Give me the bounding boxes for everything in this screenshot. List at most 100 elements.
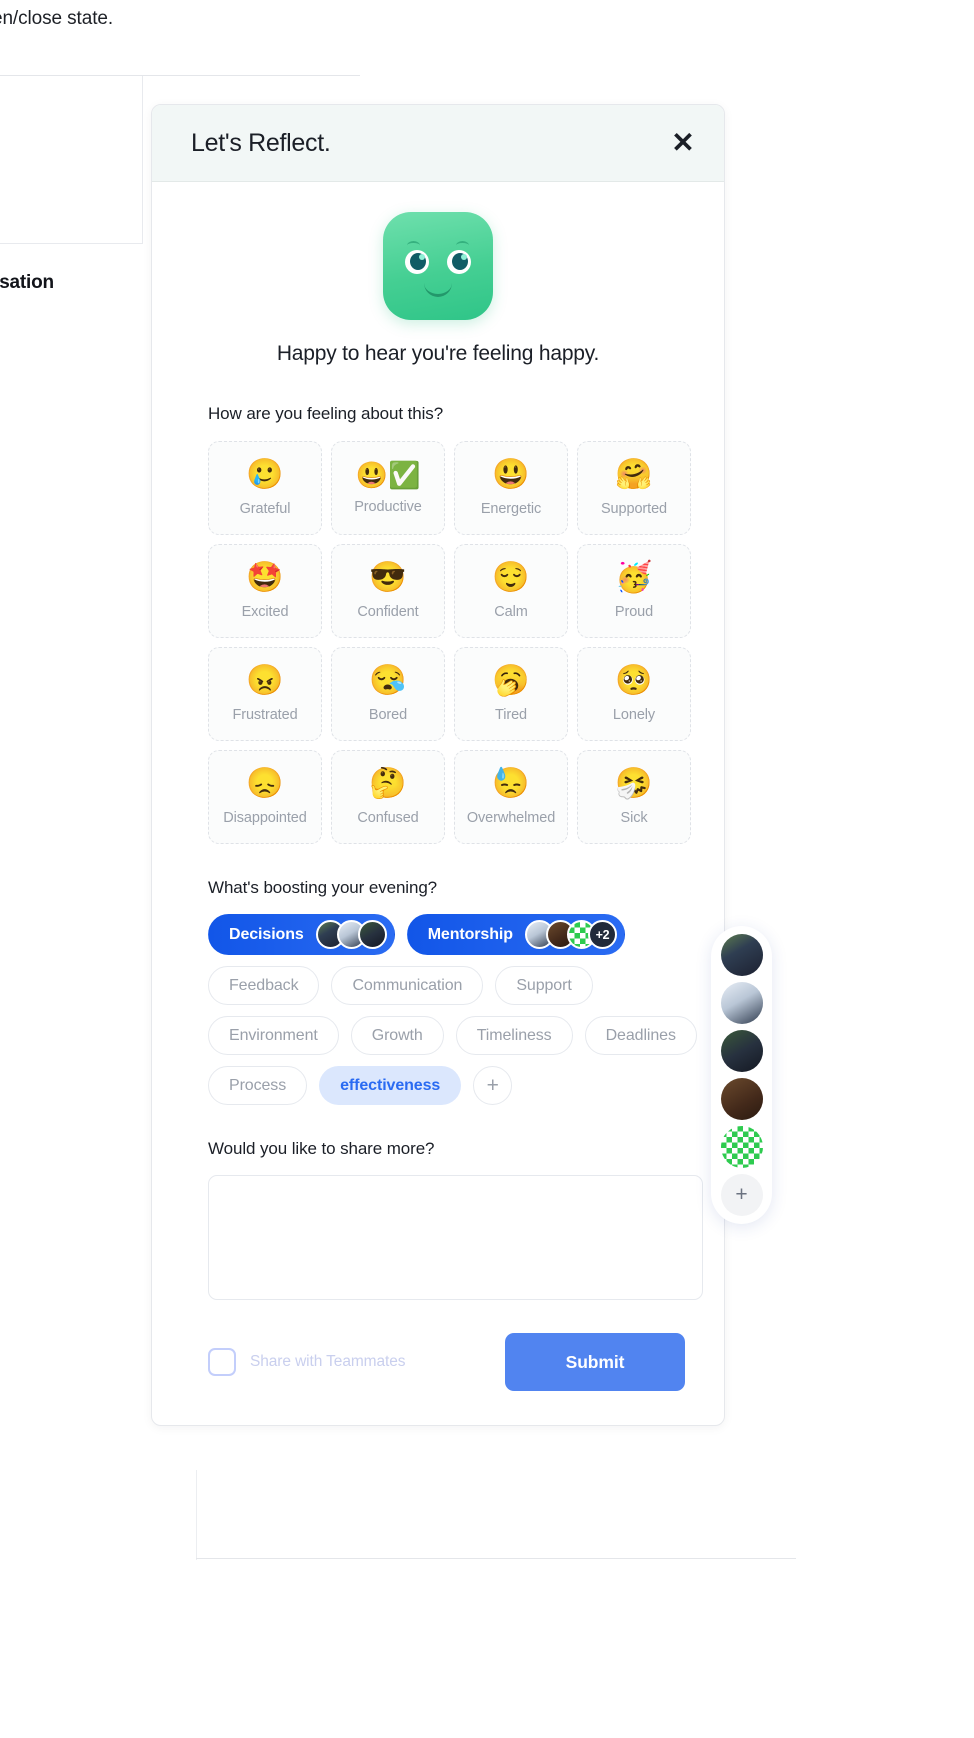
mascot-brow-right [456,241,469,250]
emotion-label: Productive [354,498,422,515]
share-with-teammates-toggle[interactable]: Share with Teammates [208,1348,405,1376]
avatar-rail: + [711,926,772,1224]
background-top-text: en/close state. [0,8,114,29]
background-vertical-divider-2 [196,1470,197,1560]
close-icon: ✕ [671,127,695,158]
emotion-cell[interactable]: 🥳 Proud [577,544,691,638]
topic-chip-list: Decisions Mentorship +2 Feedback Communicati… [208,914,708,1105]
emotion-label: Confident [357,603,419,620]
mascot-pupil-right [452,253,468,270]
mood-message: Happy to hear you're feeling happy. [276,342,600,365]
mascot-glint-right [461,254,467,260]
background-conversation-label: rsation [0,272,54,293]
emotion-cell[interactable]: 🥲 Grateful [208,441,322,535]
emotion-cell[interactable]: 😓 Overwhelmed [454,750,568,844]
emotion-emoji-icon: 🤧 [615,766,653,800]
emotion-emoji-icon: 😪 [369,663,407,697]
emotion-emoji-icon: 😓 [492,766,530,800]
emotion-label: Bored [368,706,408,723]
rail-avatar[interactable] [720,1126,763,1168]
topic-chip-avatars [315,920,387,949]
topic-chip[interactable]: Environment [208,1016,339,1055]
avatar [357,920,387,949]
emotion-label: Lonely [612,706,656,723]
emotion-label: Sick [620,809,648,826]
happy-mascot-icon [383,212,493,320]
emotion-label: Supported [600,500,667,517]
emotion-cell[interactable]: 😞 Disappointed [208,750,322,844]
emotion-label: Energetic [480,500,542,517]
emotion-label: Excited [241,603,289,620]
topic-chip[interactable]: Communication [331,966,484,1005]
topic-chip-label: Growth [371,1026,423,1044]
share-with-teammates-label: Share with Teammates [250,1353,406,1370]
share-more-input[interactable] [208,1175,703,1300]
emotion-label: Disappointed [223,809,307,826]
emotion-cell[interactable]: 🥺 Lonely [577,647,691,741]
emotion-emoji-icon: 🤩 [246,560,284,594]
feeling-question: How are you feeling about this? [208,404,444,423]
add-topic-button[interactable]: + [473,1066,513,1105]
topic-chip-label: Support [516,976,572,994]
topic-chip[interactable]: Deadlines [584,1016,697,1055]
topic-chip[interactable]: Decisions [208,914,395,955]
share-with-teammates-checkbox[interactable] [208,1348,236,1376]
share-more-question: Would you like to share more? [208,1139,435,1158]
background-divider [0,75,360,76]
rail-avatar[interactable] [720,1078,763,1120]
mascot-brow-left [407,241,420,250]
topic-chip[interactable]: Mentorship +2 [406,914,625,955]
emotion-cell[interactable]: 😃✅ Productive [331,441,445,535]
emotion-label: Grateful [239,500,291,517]
rail-avatar[interactable] [720,982,763,1024]
mascot-eye-left [405,250,429,274]
background-divider-2 [0,243,143,244]
plus-icon: + [486,1073,499,1097]
topic-chip-avatars: +2 [524,920,617,949]
topic-chip[interactable]: Support [495,966,593,1005]
modal-footer: Share with Teammates Submit [208,1333,685,1391]
emotion-cell[interactable]: 🤔 Confused [331,750,445,844]
emotion-grid: 🥲 Grateful 😃✅ Productive 😃 Energetic 🤗 Supporte… [208,441,691,844]
topic-chip-label: Mentorship [427,925,513,943]
topic-chip[interactable]: Growth [350,1016,444,1055]
mascot-smile [424,280,452,297]
emotion-emoji-icon: 🤗 [615,457,653,491]
emotion-cell[interactable]: 😌 Calm [454,544,568,638]
reflect-modal: Let's Reflect. ✕ Happy to hear you're fe… [151,104,725,1426]
rail-avatar[interactable] [720,1030,763,1072]
emotion-cell[interactable]: 😪 Bored [331,647,445,741]
emotion-label: Tired [495,706,527,723]
boosting-question: What's boosting your evening? [208,878,438,897]
modal-body: Happy to hear you're feeling happy. How … [152,182,724,1305]
emotion-emoji-icon: 🥺 [615,663,653,697]
emotion-cell[interactable]: 🥱 Tired [454,647,568,741]
emotion-emoji-icon: 😞 [246,766,284,800]
topic-chip-label: Deadlines [605,1026,676,1044]
rail-avatar[interactable] [720,934,763,976]
topic-chip-label: effectiveness [340,1076,441,1094]
emotion-label: Calm [494,603,528,620]
rail-add-button[interactable]: + [720,1174,763,1216]
submit-button[interactable]: Submit [505,1333,685,1391]
close-button[interactable]: ✕ [666,126,700,160]
screen: en/close state. rsation Let's Reflect. ✕ [0,0,974,1738]
topic-chip[interactable]: Feedback [208,966,320,1005]
emotion-cell[interactable]: 🤧 Sick [577,750,691,844]
emotion-cell[interactable]: 🤗 Supported [577,441,691,535]
emotion-emoji-icon: 😃✅ [355,459,421,490]
topic-chip-label: Environment [229,1026,318,1044]
topic-chip[interactable]: Timeliness [455,1016,573,1055]
emotion-emoji-icon: 😎 [369,560,407,594]
background-divider-bottom [196,1558,796,1559]
page-title: Let's Reflect. [191,128,331,157]
emotion-label: Confused [357,809,419,826]
emotion-cell[interactable]: 😎 Confident [331,544,445,638]
topic-chip-label: Process [229,1076,287,1094]
mascot-pupil-left [410,253,426,270]
emotion-cell[interactable]: 🤩 Excited [208,544,322,638]
emotion-cell[interactable]: 😠 Frustrated [208,647,322,741]
topic-chip[interactable]: effectiveness [319,1066,462,1105]
topic-chip[interactable]: Process [208,1066,308,1105]
emotion-cell[interactable]: 😃 Energetic [454,441,568,535]
